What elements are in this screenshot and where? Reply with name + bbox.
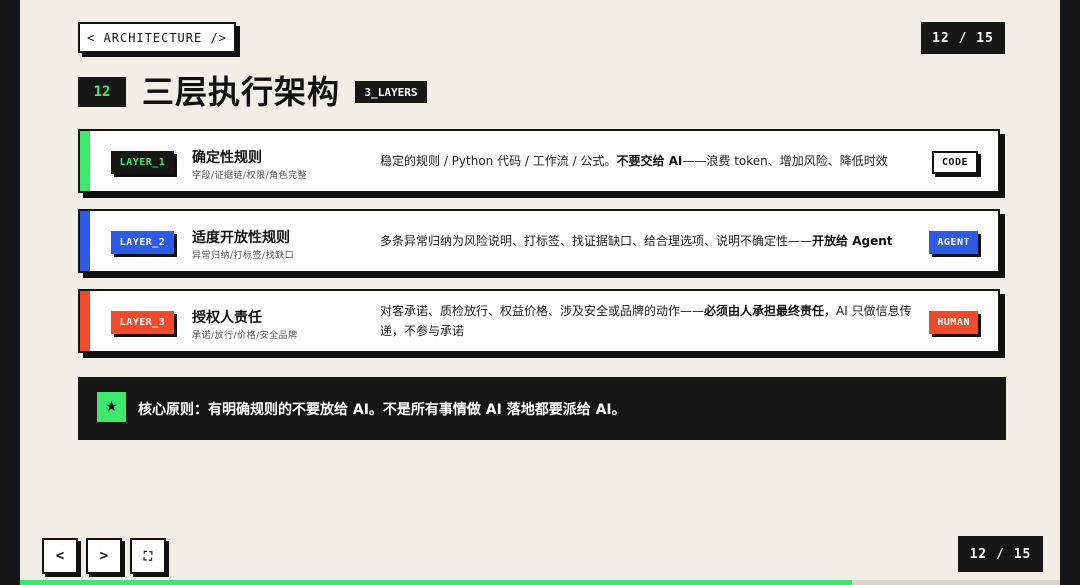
progress-bar <box>20 580 1060 585</box>
desc-emphasis: 必须由人承担最终责任 <box>704 304 825 318</box>
layer-subtitle: 异常归纳/打标签/找缺口 <box>192 251 295 261</box>
layer-name: 适度开放性规则 <box>192 230 290 246</box>
next-slide-button[interactable]: > <box>86 538 122 574</box>
layer-description: 对客承诺、质检放行、权益价格、涉及安全或品牌的动作——必须由人承担最终责任，AI… <box>380 291 920 351</box>
layer-accent-bar <box>80 291 90 351</box>
layer-card-1: LAYER_1 确定性规则 字段/证据链/权限/角色完整 稳定的规则 / Pyt… <box>78 129 1000 193</box>
title-badge: 3_LAYERS <box>355 81 427 103</box>
layer-name: 确定性规则 <box>192 150 262 166</box>
slide-counter-bottom: 12 / 15 <box>958 536 1043 572</box>
layer-subtitle: 字段/证据链/权限/角色完整 <box>192 171 308 181</box>
layer-accent-bar <box>80 211 90 271</box>
layer-name: 授权人责任 <box>192 310 262 326</box>
fullscreen-icon[interactable]: ⛶ <box>130 538 166 574</box>
prev-slide-button[interactable]: < <box>42 538 78 574</box>
role-badge-code: CODE <box>931 151 978 174</box>
core-principle-bar: ★ 核心原则：有明确规则的不要放给 AI。不是所有事情做 AI 落地都要派给 A… <box>78 377 1006 440</box>
star-icon: ★ <box>97 392 126 422</box>
layer-card-3: LAYER_3 授权人责任 承诺/放行/价格/安全品牌 对客承诺、质检放行、权益… <box>78 289 1000 353</box>
desc-emphasis: 开放给 Agent <box>812 234 893 248</box>
layer-tag: LAYER_3 <box>111 311 174 334</box>
layer-tag: LAYER_2 <box>111 231 174 254</box>
slide: < ARCHITECTURE /> 12 / 15 12 三层执行架构 3_LA… <box>20 0 1060 585</box>
slide-number-badge: 12 <box>78 77 126 107</box>
desc-text: 对客承诺、质检放行、权益价格、涉及安全或品牌的动作—— <box>380 304 705 318</box>
desc-text: ——浪费 token、增加风险、降低时效 <box>682 154 888 168</box>
layer-subtitle: 承诺/放行/价格/安全品牌 <box>192 331 298 341</box>
core-principle-text: 核心原则：有明确规则的不要放给 AI。不是所有事情做 AI 落地都要派给 AI。 <box>138 401 626 418</box>
role-badge-agent: AGENT <box>929 231 978 254</box>
desc-text: 多条异常归纳为风险说明、打标签、找证据缺口、给合理选项、说明不确定性—— <box>380 234 813 248</box>
desc-emphasis: 不要交给 AI <box>616 154 683 168</box>
progress-fill <box>20 580 852 585</box>
layer-tag: LAYER_1 <box>111 151 174 174</box>
section-tag: < ARCHITECTURE /> <box>78 22 236 53</box>
page-title: 三层执行架构 <box>142 73 341 111</box>
slide-counter-top: 12 / 15 <box>921 22 1005 54</box>
layer-description: 多条异常归纳为风险说明、打标签、找证据缺口、给合理选项、说明不确定性——开放给 … <box>380 211 920 271</box>
desc-text: 稳定的规则 / Python 代码 / 工作流 / 公式。 <box>380 154 617 168</box>
role-badge-human: HUMAN <box>929 311 978 334</box>
layer-accent-bar <box>80 131 90 191</box>
layer-card-2: LAYER_2 适度开放性规则 异常归纳/打标签/找缺口 多条异常归纳为风险说明… <box>78 209 1000 273</box>
layer-description: 稳定的规则 / Python 代码 / 工作流 / 公式。不要交给 AI——浪费… <box>380 131 920 191</box>
